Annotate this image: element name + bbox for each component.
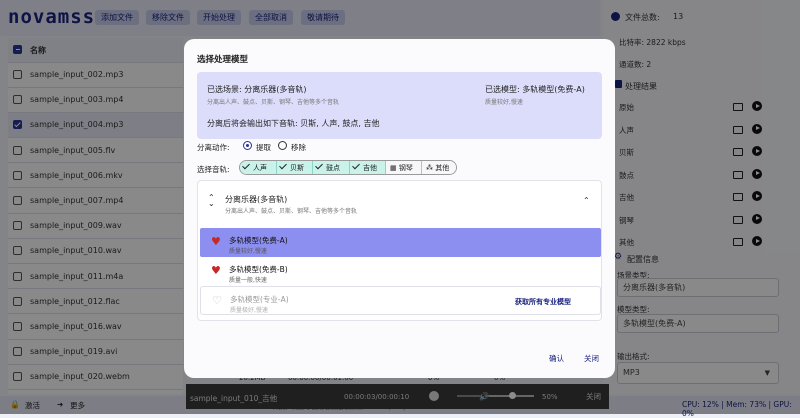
remove-radio[interactable] <box>278 141 287 150</box>
selected-scene-text: 已选场景: 分离乐器(多音轨) <box>207 85 307 94</box>
track-chip[interactable]: 吉他 <box>350 161 386 174</box>
get-pro-models-link[interactable]: 获取所有专业模型 <box>515 297 571 307</box>
track-label: 选择音轨: <box>197 165 230 174</box>
selected-model-text: 已选模型: 多轨模型(免费-A) <box>485 85 585 94</box>
track-chip[interactable]: ▦ 钢琴 <box>386 161 422 174</box>
shapes-icon: ⁂ <box>426 164 436 172</box>
remove-radio-label: 移除 <box>291 143 306 152</box>
model-option-desc: 质量较好,慢速 <box>229 248 267 255</box>
selected-scene-desc: 分离出人声、鼓点、贝斯、钢琴、吉他等多个音轨 <box>207 99 340 106</box>
piano-icon: ▦ <box>390 164 399 172</box>
track-chip-label: 钢琴 <box>398 164 413 172</box>
heart-icon: ♡ <box>212 294 222 307</box>
selection-summary: 已选场景: 分离乐器(多音轨) 分离出人声、鼓点、贝斯、钢琴、吉他等多个音轨 已… <box>197 72 602 139</box>
check-icon <box>315 161 323 170</box>
track-chip[interactable]: ⁂ 其他 <box>422 161 456 174</box>
track-chip-label: 其他 <box>435 164 450 172</box>
confirm-button[interactable]: 确认 <box>549 353 564 364</box>
model-option-desc: 质量一般,快速 <box>229 277 267 284</box>
close-button[interactable]: 关闭 <box>584 353 599 364</box>
track-chip-label: 人声 <box>253 164 267 172</box>
model-option-pro-a: ♡ 多轨模型(专业-A) 质量极好,慢速 获取所有专业模型 <box>200 286 601 315</box>
chevron-up-icon[interactable]: ⌃ <box>583 196 590 205</box>
track-selector: 人声 贝斯 鼓点 吉他 ▦ 钢琴 ⁂ 其他 <box>239 160 457 175</box>
model-select-dialog: 选择处理模型 已选场景: 分离乐器(多音轨) 分离出人声、鼓点、贝斯、钢琴、吉他… <box>184 39 615 378</box>
check-icon <box>242 161 250 170</box>
model-option-desc: 质量极好,慢速 <box>230 307 268 314</box>
check-icon <box>352 161 360 170</box>
model-option-name: 多轨模型(专业-A) <box>230 295 289 304</box>
track-chip-label: 吉他 <box>363 164 377 172</box>
extract-radio[interactable] <box>243 141 252 150</box>
sort-icon: ⌃ ⌄ <box>208 193 215 208</box>
track-chip[interactable]: 鼓点 <box>313 161 350 174</box>
model-option-free-b[interactable]: ♥ 多轨模型(免费-B) 质量一般,快速 <box>200 257 601 286</box>
track-chip[interactable]: 贝斯 <box>277 161 313 174</box>
selected-model-desc: 质量较好,慢速 <box>485 99 523 106</box>
heart-icon: ♥ <box>211 235 221 248</box>
model-option-name: 多轨模型(免费-A) <box>229 236 288 245</box>
output-tracks-text: 分离后将会输出如下音轨: 贝斯, 人声, 鼓点, 吉他 <box>207 119 380 128</box>
dropdown-title: 分离乐器(多音轨) <box>225 195 288 204</box>
extract-radio-label: 提取 <box>256 143 271 152</box>
track-chip-label: 贝斯 <box>290 164 304 172</box>
dialog-title: 选择处理模型 <box>197 55 249 65</box>
dropdown-desc: 分离出人声、鼓点、贝斯、钢琴、吉他等多个音轨 <box>225 208 358 215</box>
check-icon <box>279 161 287 170</box>
track-chip[interactable]: 人声 <box>240 161 277 174</box>
action-label: 分离动作: <box>197 143 230 152</box>
model-option-name: 多轨模型(免费-B) <box>229 265 288 274</box>
model-option-free-a[interactable]: ♥ 多轨模型(免费-A) 质量较好,慢速 <box>200 228 601 257</box>
heart-icon: ♥ <box>211 264 221 277</box>
track-chip-label: 鼓点 <box>326 164 340 172</box>
